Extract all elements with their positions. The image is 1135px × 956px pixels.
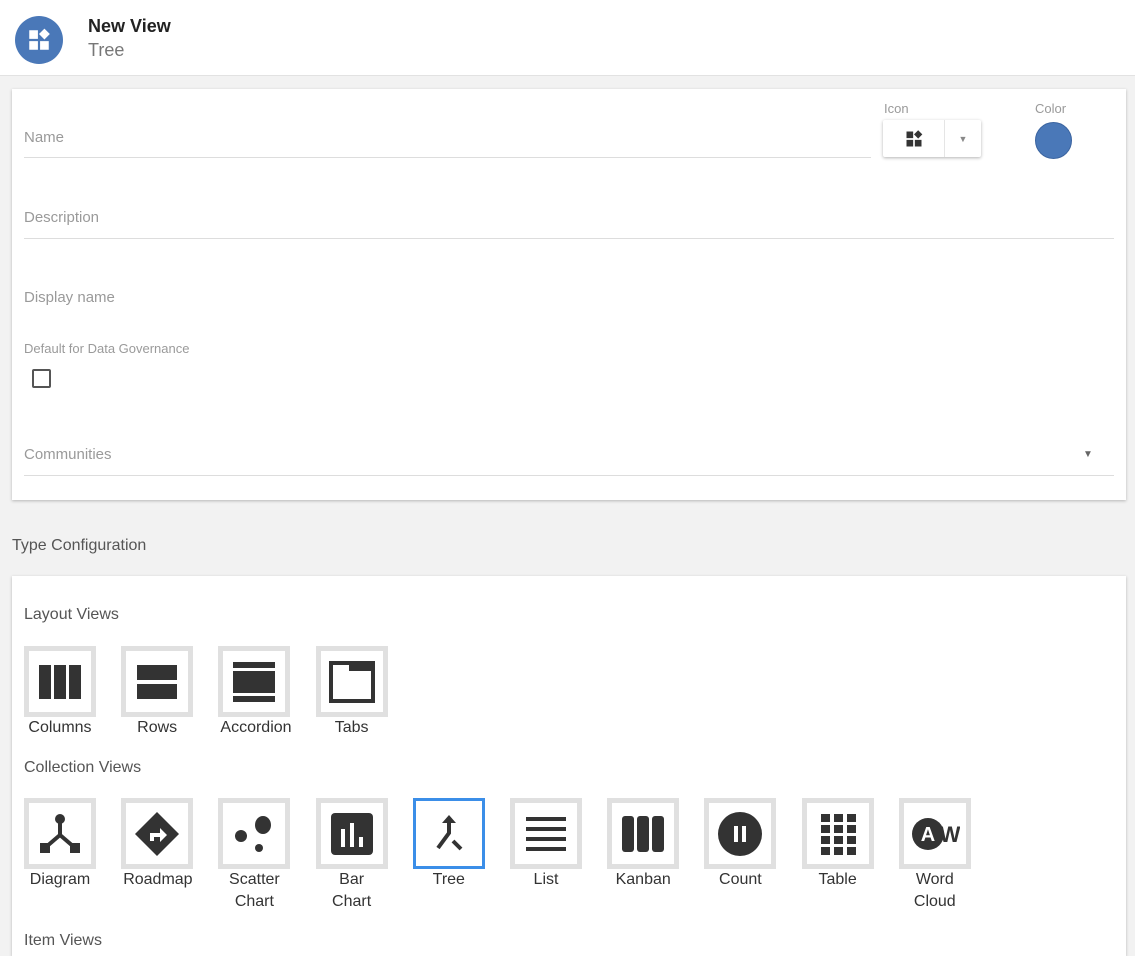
description-input[interactable]: Description — [24, 209, 99, 226]
diagram-icon — [40, 813, 80, 853]
layout-views-title: Layout Views — [24, 606, 119, 623]
scatter-icon — [235, 815, 272, 852]
chevron-down-icon: ▼ — [958, 133, 968, 144]
view-type-bar-chart[interactable] — [315, 798, 388, 869]
view-type-label: Word Cloud — [913, 871, 956, 910]
view-type-list[interactable] — [510, 798, 582, 869]
icon-picker[interactable]: ▼ — [883, 120, 981, 157]
view-type-label: Count — [719, 871, 762, 888]
columns-icon — [39, 664, 81, 699]
icon-label: Icon — [884, 101, 909, 116]
view-type-label: Kanban — [615, 871, 671, 888]
view-type-accordion[interactable] — [218, 646, 291, 717]
view-type-rows[interactable] — [121, 646, 194, 717]
accordion-icon — [233, 661, 276, 702]
communities-underline — [24, 475, 1114, 476]
count-icon — [718, 811, 763, 856]
svg-text:W: W — [939, 822, 959, 847]
widgets-icon — [906, 129, 922, 146]
rows-icon — [137, 664, 178, 699]
display-name-input[interactable]: Display name — [24, 289, 115, 306]
view-type-table[interactable] — [801, 798, 874, 869]
table-icon — [820, 813, 856, 855]
name-underline — [24, 157, 871, 158]
default-governance-checkbox[interactable] — [32, 369, 51, 388]
svg-text:A: A — [921, 824, 935, 846]
communities-select[interactable]: Communities — [24, 446, 112, 463]
view-type-label: Columns — [28, 719, 92, 736]
view-type-label: Rows — [137, 719, 178, 736]
view-type-label: Scatter Chart — [229, 871, 280, 910]
view-icon-avatar — [15, 16, 63, 64]
default-governance-label: Default for Data Governance — [24, 341, 190, 356]
color-picker[interactable] — [1035, 122, 1072, 159]
description-underline — [24, 238, 1114, 239]
view-type-count[interactable] — [704, 798, 777, 869]
view-type-word-cloud[interactable]: AW — [898, 798, 971, 869]
page-title: New View — [88, 16, 171, 36]
type-config-title: Type Configuration — [12, 537, 147, 554]
kanban-icon — [622, 815, 665, 852]
view-type-label: Bar Chart — [332, 871, 372, 910]
color-label: Color — [1035, 101, 1067, 116]
view-type-label: Table — [818, 871, 857, 888]
view-type-label: Tabs — [334, 719, 369, 736]
tabs-icon — [328, 660, 375, 703]
view-type-diagram[interactable] — [24, 798, 96, 869]
view-type-label: Roadmap — [123, 871, 193, 888]
tree-icon — [436, 814, 463, 850]
view-type-tree[interactable] — [412, 798, 485, 869]
view-type-roadmap[interactable] — [121, 798, 194, 869]
item-views-title: Item Views — [24, 932, 102, 949]
view-type-label: Tree — [432, 871, 465, 888]
page-subtitle: Tree — [88, 40, 125, 60]
view-type-columns[interactable] — [24, 646, 96, 717]
roadmap-icon — [135, 811, 180, 856]
chevron-down-icon[interactable]: ▼ — [1083, 449, 1093, 460]
collection-views-title: Collection Views — [24, 759, 142, 776]
view-type-scatter-chart[interactable] — [218, 798, 291, 869]
list-icon — [526, 816, 566, 851]
wordcloud-icon: AW — [911, 817, 960, 850]
widgets-icon — [29, 28, 50, 50]
view-type-label: Diagram — [29, 871, 91, 888]
view-type-label: List — [533, 871, 559, 888]
view-type-tabs[interactable] — [315, 646, 388, 717]
view-type-kanban[interactable] — [607, 798, 680, 869]
page-header: New View Tree — [0, 0, 1135, 76]
bar-icon — [330, 812, 373, 855]
view-type-label: Accordion — [220, 719, 292, 736]
name-input[interactable]: Name — [24, 129, 64, 146]
